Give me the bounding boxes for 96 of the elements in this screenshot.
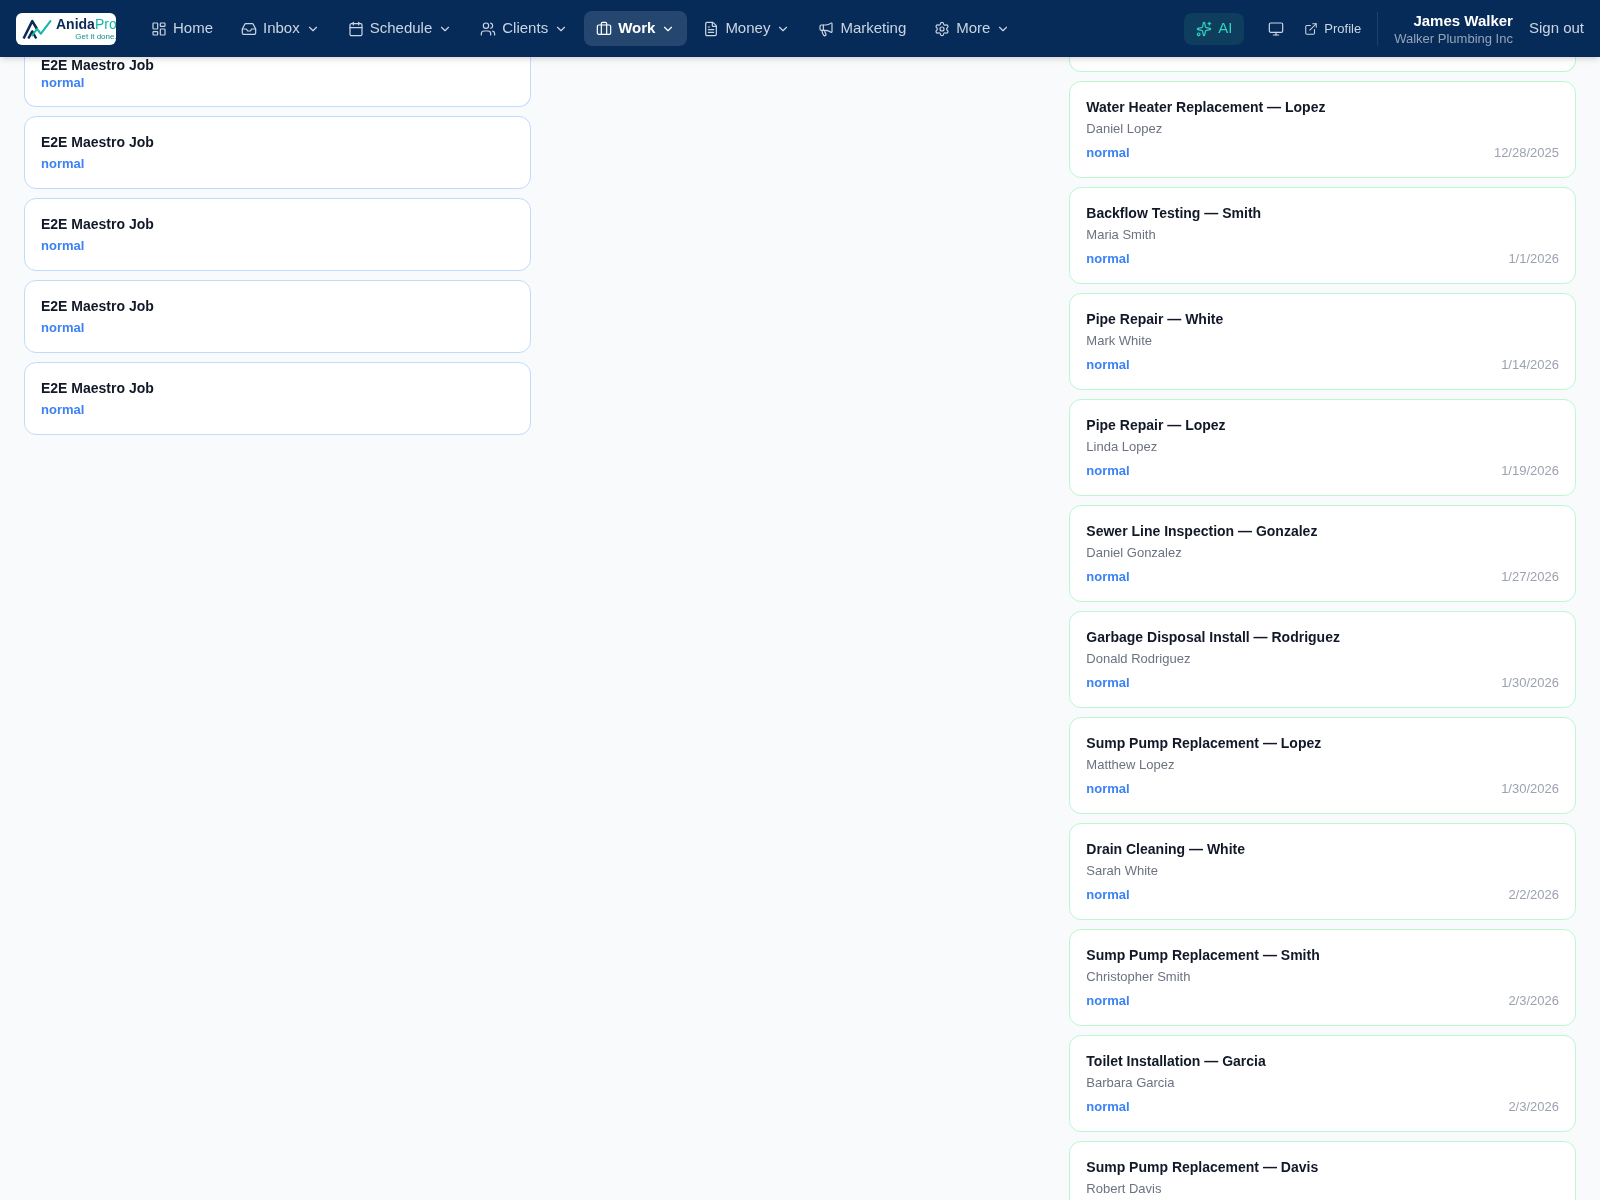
client-name: Robert Davis	[1086, 1180, 1162, 1198]
job-date: 2/3/2026	[1508, 1098, 1559, 1116]
priority-label: normal	[41, 401, 85, 419]
priority-label: normal	[41, 155, 85, 173]
job-title: Pipe Repair — Lopez	[1086, 416, 1226, 435]
dashboard-icon	[151, 20, 167, 37]
job-date: 1/27/2026	[1501, 568, 1559, 586]
job-card[interactable]: Pipe Repair — White Mark White normal 1/14/2026	[1069, 293, 1576, 390]
settings-icon	[934, 20, 951, 37]
job-date: 2/2/2026	[1508, 886, 1559, 904]
nav-item[interactable]: Money	[691, 11, 803, 46]
job-title: E2E Maestro Job	[41, 133, 154, 152]
job-card[interactable]: Pipe Repair — Lopez Linda Lopez normal 1/19/2026	[1069, 399, 1576, 496]
job-card[interactable]: Toilet Installation — Garcia Barbara Garcia normal 2/3/2026	[1069, 1035, 1576, 1132]
job-date: 1/30/2026	[1501, 780, 1559, 798]
company-name: Walker Plumbing Inc	[1394, 30, 1513, 47]
job-title: Garbage Disposal Install — Rodriguez	[1086, 628, 1340, 647]
job-card[interactable]: Sump Pump Replacement — Davis Robert Davis	[1069, 1141, 1576, 1200]
nav-item[interactable]: Marketing	[806, 11, 919, 46]
sparkles-icon	[1196, 20, 1213, 37]
job-title: E2E Maestro Job	[41, 297, 154, 316]
document-icon	[703, 20, 720, 37]
logo-mark-icon	[22, 17, 52, 40]
megaphone-icon	[818, 20, 835, 37]
job-date: 1/30/2026	[1501, 674, 1559, 692]
client-name: Maria Smith	[1086, 226, 1156, 244]
job-title: E2E Maestro Job	[41, 379, 154, 398]
job-title: Toilet Installation — Garcia	[1086, 1052, 1266, 1071]
client-name: Sarah White	[1086, 862, 1158, 880]
client-name: Donald Rodriguez	[1086, 650, 1191, 668]
client-name: Matthew Lopez	[1086, 756, 1175, 774]
job-title: Sump Pump Replacement — Lopez	[1086, 734, 1322, 753]
profile-link[interactable]: Profile	[1304, 18, 1362, 39]
monitor-icon	[1268, 20, 1285, 37]
priority-label: normal	[1086, 886, 1130, 904]
priority-label: normal	[41, 74, 85, 92]
job-card[interactable]: E2E Maestro Job normal	[24, 280, 531, 353]
calendar-icon	[347, 20, 364, 37]
job-date: 1/19/2026	[1501, 462, 1559, 480]
job-card[interactable]: E2E Maestro Job normal	[24, 362, 531, 435]
nav-item[interactable]: Clients	[468, 11, 581, 46]
nav-item[interactable]: Inbox	[229, 11, 332, 46]
job-title: Pipe Repair — White	[1086, 310, 1224, 329]
job-title: Sewer Line Inspection — Gonzalez	[1086, 522, 1318, 541]
nav-item[interactable]: Home	[139, 11, 225, 46]
priority-label: normal	[1086, 674, 1130, 692]
external-link-icon	[1304, 21, 1319, 36]
logo-text: AnidaPro	[56, 16, 117, 32]
job-card[interactable]: E2E Maestro Job normal	[24, 57, 531, 107]
job-date: 12/28/2025	[1493, 144, 1559, 162]
priority-label: normal	[1086, 1098, 1130, 1116]
priority-label: normal	[1086, 992, 1130, 1010]
job-title: E2E Maestro Job	[41, 57, 154, 73]
job-card[interactable]: Water Heater Replacement — Lopez Daniel Lopez normal 12/28/2025	[1069, 81, 1576, 178]
job-date: 1/14/2026	[1501, 356, 1559, 374]
sign-out-button[interactable]: Sign out	[1528, 17, 1584, 40]
logo-badge[interactable]: AnidaPro Get it done.	[16, 12, 116, 45]
client-name: Daniel Lopez	[1086, 120, 1163, 138]
job-card[interactable]: E2E Maestro Job normal	[24, 116, 531, 189]
job-title: E2E Maestro Job	[41, 215, 154, 234]
job-card[interactable]: Garbage Disposal Install — Rodriguez Donald Rodriguez normal 1/30/2026	[1069, 611, 1576, 708]
priority-label: normal	[1086, 250, 1130, 268]
job-title: Sump Pump Replacement — Davis	[1086, 1158, 1319, 1177]
inbox-icon	[241, 20, 257, 37]
job-card[interactable]: E2E Maestro Job normal	[24, 198, 531, 271]
logo-tagline: Get it done.	[75, 31, 117, 41]
job-title: Backflow Testing — Smith	[1086, 204, 1262, 223]
job-title: Sump Pump Replacement — Smith	[1086, 946, 1320, 965]
priority-label: normal	[1086, 356, 1130, 374]
nav-item[interactable]: Schedule	[335, 11, 465, 46]
priority-label: normal	[41, 237, 85, 255]
job-title: Water Heater Replacement — Lopez	[1086, 98, 1326, 117]
briefcase-icon	[596, 20, 613, 37]
job-date: 2/3/2026	[1508, 992, 1559, 1010]
priority-label: normal	[1086, 144, 1130, 162]
priority-label: normal	[1086, 462, 1130, 480]
nav-item[interactable]: More	[922, 11, 1023, 46]
client-name: Christopher Smith	[1086, 968, 1191, 986]
client-name: Mark White	[1086, 332, 1153, 350]
job-card[interactable]: Sump Pump Replacement — Lopez Matthew Lopez normal 1/30/2026	[1069, 717, 1576, 814]
users-icon	[480, 20, 497, 37]
job-card[interactable]: Drain Cleaning — White Sarah White normal 2/2/2026	[1069, 823, 1576, 920]
job-title: Drain Cleaning — White	[1086, 840, 1245, 859]
job-card[interactable]: Backflow Testing — Smith Maria Smith normal 1/1/2026	[1069, 187, 1576, 284]
job-date: 1/1/2026	[1508, 250, 1559, 268]
priority-label: normal	[41, 319, 85, 337]
user-name: James Walker	[1413, 10, 1513, 31]
ai-button[interactable]: AI	[1184, 12, 1245, 45]
client-name: Barbara Garcia	[1086, 1074, 1175, 1092]
client-name: Linda Lopez	[1086, 438, 1158, 456]
priority-label: normal	[1086, 568, 1130, 586]
nav-item[interactable]: Work	[584, 11, 688, 46]
priority-label: normal	[1086, 780, 1130, 798]
client-name: Daniel Gonzalez	[1086, 544, 1182, 562]
job-card[interactable]: Sewer Line Inspection — Gonzalez Daniel Gonzalez normal 1/27/2026	[1069, 505, 1576, 602]
job-card[interactable]: Sump Pump Replacement — Smith Christopher Smith normal 2/3/2026	[1069, 929, 1576, 1026]
